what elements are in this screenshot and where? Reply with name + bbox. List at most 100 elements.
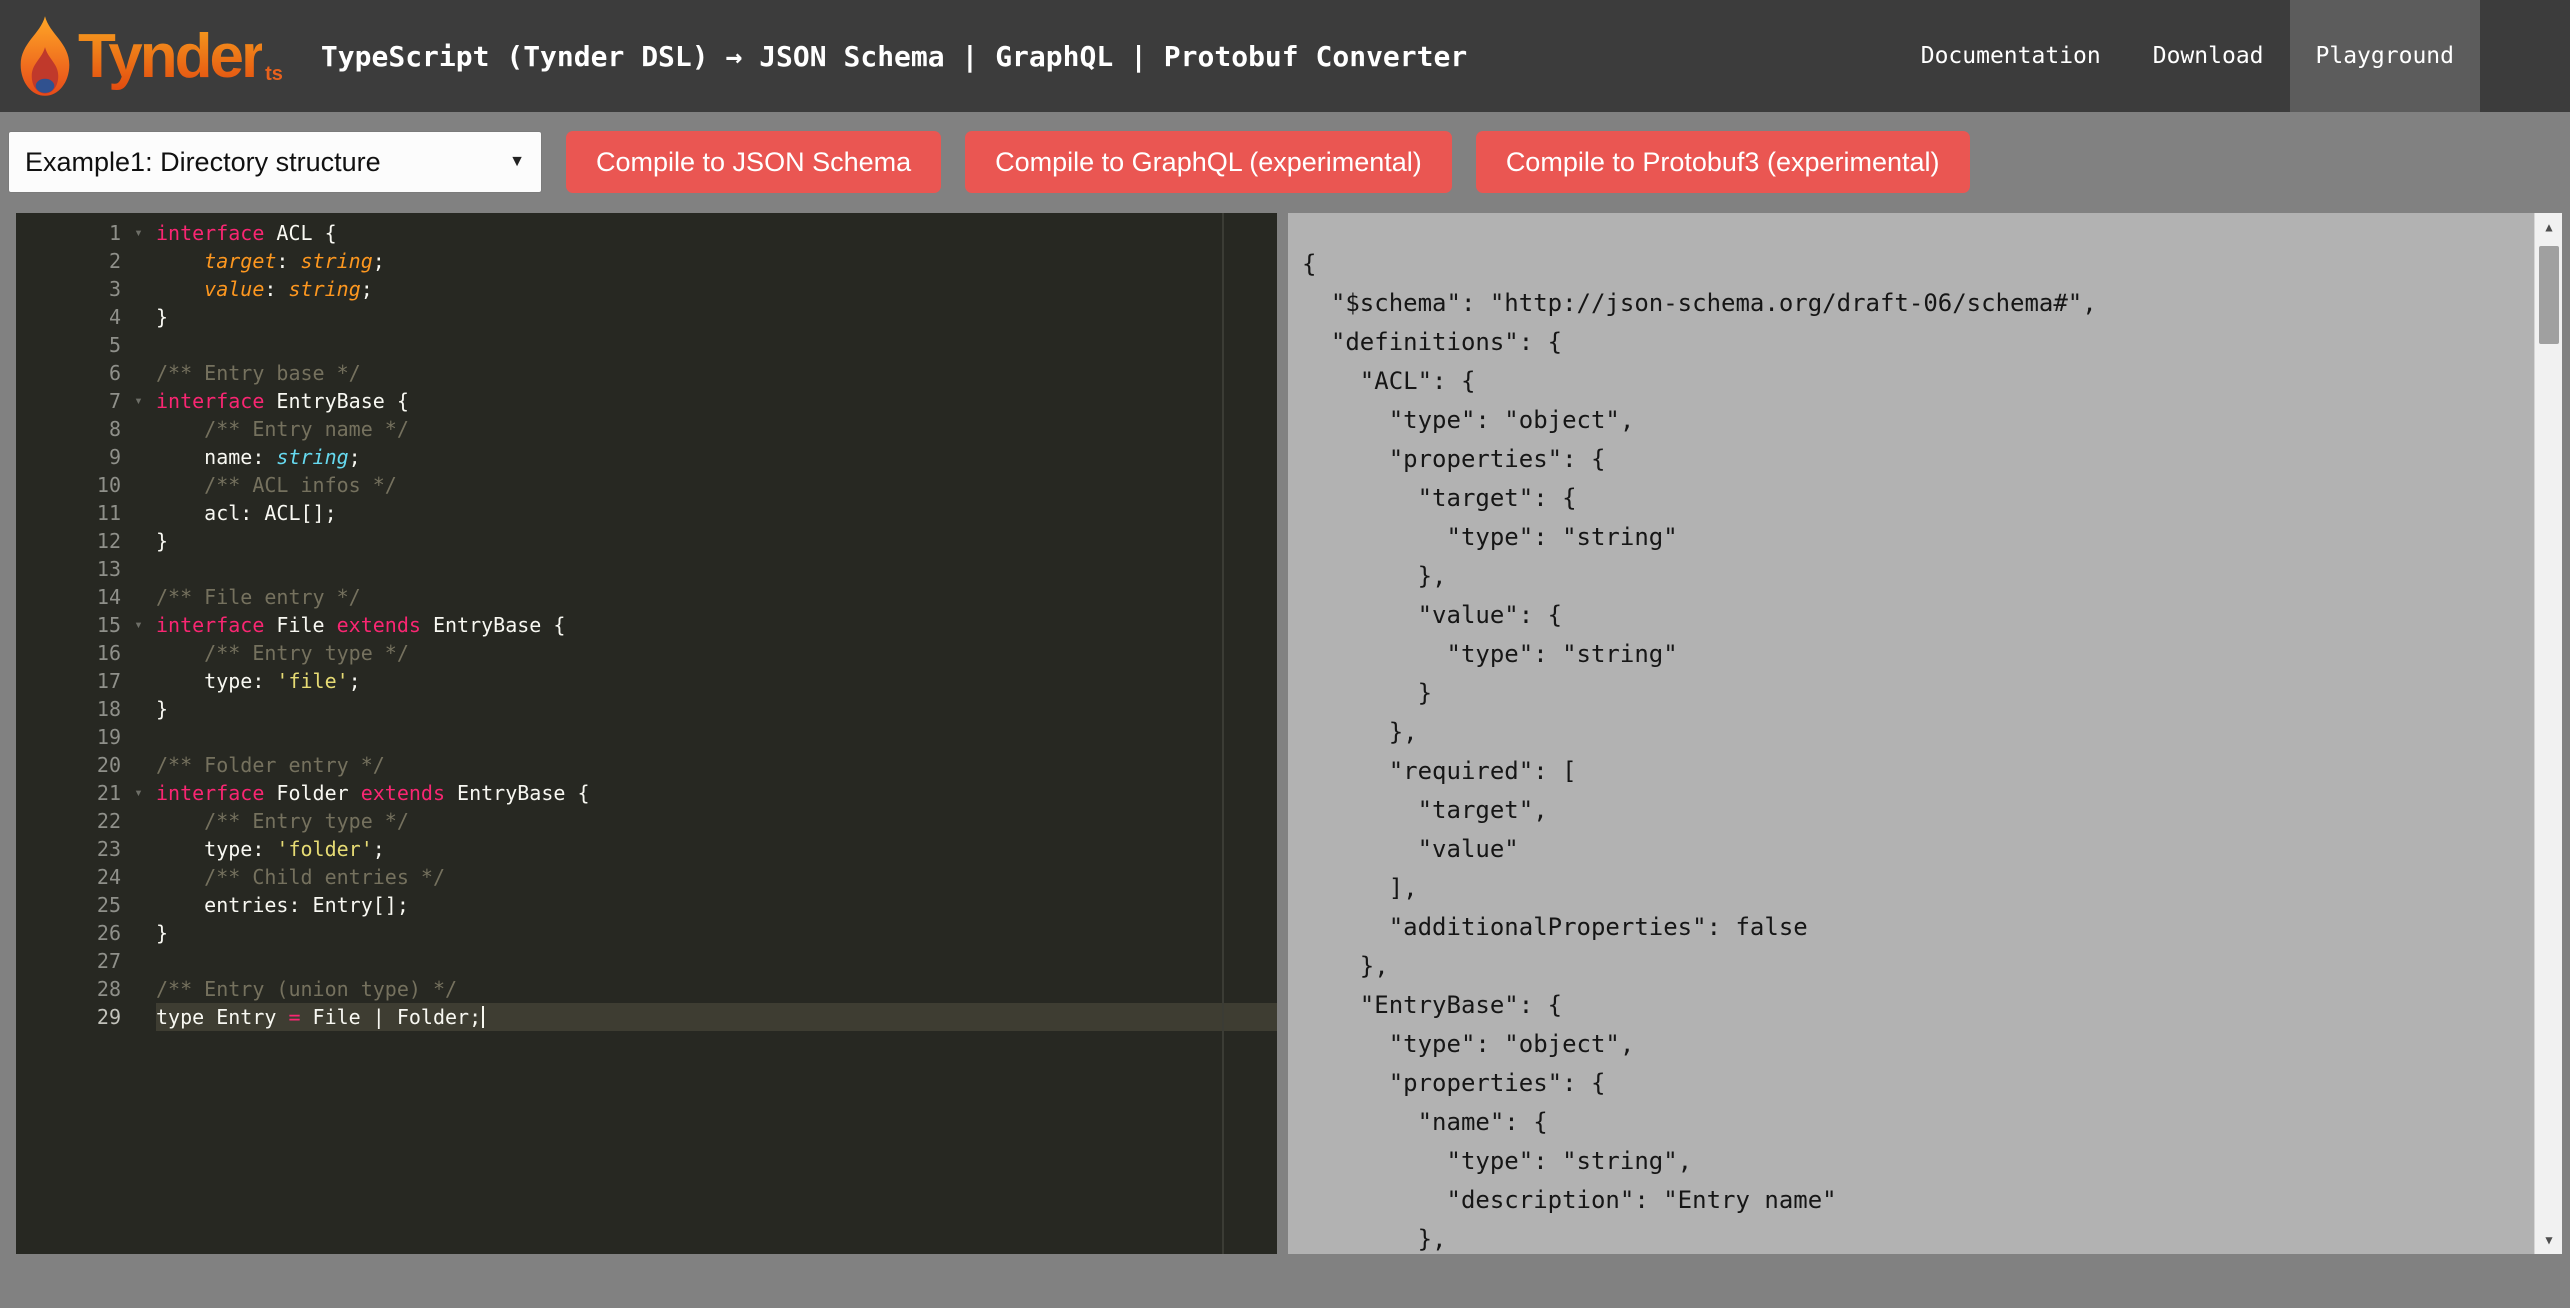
- line-number: 27: [16, 947, 121, 975]
- fold-spacer: [121, 555, 156, 583]
- code-line[interactable]: 4}: [16, 303, 1277, 331]
- navbar: Tynder ts TypeScript (Tynder DSL) → JSON…: [0, 0, 2570, 112]
- line-number: 12: [16, 527, 121, 555]
- flame-icon: [16, 14, 74, 98]
- code-text: entries: Entry[];: [156, 891, 1277, 919]
- code-line[interactable]: 24 /** Child entries */: [16, 863, 1277, 891]
- code-line[interactable]: 25 entries: Entry[];: [16, 891, 1277, 919]
- code-text: /** Entry type */: [156, 639, 1277, 667]
- compile-graphql-button[interactable]: Compile to GraphQL (experimental): [965, 131, 1452, 193]
- fold-spacer: [121, 527, 156, 555]
- code-text: /** Entry (union type) */: [156, 975, 1277, 1003]
- line-number: 16: [16, 639, 121, 667]
- nav-item-documentation[interactable]: Documentation: [1895, 0, 2127, 112]
- compile-protobuf-button[interactable]: Compile to Protobuf3 (experimental): [1476, 131, 1970, 193]
- code-text: [156, 331, 1277, 359]
- output-scrollbar[interactable]: ▲ ▼: [2534, 213, 2562, 1254]
- code-line[interactable]: 19: [16, 723, 1277, 751]
- fold-spacer: [121, 695, 156, 723]
- code-line[interactable]: 27: [16, 947, 1277, 975]
- fold-spacer: [121, 583, 156, 611]
- code-text: }: [156, 303, 1277, 331]
- code-lines: 1▾interface ACL {2 target: string;3 valu…: [16, 219, 1277, 1031]
- fold-spacer: [121, 639, 156, 667]
- compile-json-schema-button[interactable]: Compile to JSON Schema: [566, 131, 941, 193]
- code-text: interface ACL {: [156, 219, 1277, 247]
- code-line[interactable]: 22 /** Entry type */: [16, 807, 1277, 835]
- fold-spacer: [121, 1003, 156, 1031]
- fold-spacer: [121, 751, 156, 779]
- example-select-value: Example1: Directory structure: [25, 147, 381, 178]
- code-line[interactable]: 5: [16, 331, 1277, 359]
- code-line[interactable]: 10 /** ACL infos */: [16, 471, 1277, 499]
- code-line[interactable]: 23 type: 'folder';: [16, 835, 1277, 863]
- fold-spacer: [121, 723, 156, 751]
- code-text: name: string;: [156, 443, 1277, 471]
- code-text: target: string;: [156, 247, 1277, 275]
- code-text: /** Entry base */: [156, 359, 1277, 387]
- code-text: /** ACL infos */: [156, 471, 1277, 499]
- fold-arrow-icon[interactable]: ▾: [121, 387, 156, 415]
- code-text: }: [156, 695, 1277, 723]
- fold-arrow-icon[interactable]: ▾: [121, 779, 156, 807]
- fold-spacer: [121, 947, 156, 975]
- fold-spacer: [121, 807, 156, 835]
- line-number: 10: [16, 471, 121, 499]
- code-text: [156, 723, 1277, 751]
- code-line[interactable]: 9 name: string;: [16, 443, 1277, 471]
- code-line[interactable]: 28 /** Entry (union type) */: [16, 975, 1277, 1003]
- line-number: 24: [16, 863, 121, 891]
- code-line[interactable]: 21▾interface Folder extends EntryBase {: [16, 779, 1277, 807]
- code-line[interactable]: 17 type: 'file';: [16, 667, 1277, 695]
- code-line[interactable]: 14/** File entry */: [16, 583, 1277, 611]
- code-line[interactable]: 3 value: string;: [16, 275, 1277, 303]
- code-line[interactable]: 18}: [16, 695, 1277, 723]
- code-line[interactable]: 6 /** Entry base */: [16, 359, 1277, 387]
- code-line[interactable]: 15▾interface File extends EntryBase {: [16, 611, 1277, 639]
- code-line[interactable]: 16 /** Entry type */: [16, 639, 1277, 667]
- logo[interactable]: Tynder ts: [16, 14, 283, 98]
- code-line[interactable]: 1▾interface ACL {: [16, 219, 1277, 247]
- line-number: 6: [16, 359, 121, 387]
- code-line[interactable]: 11 acl: ACL[];: [16, 499, 1277, 527]
- output-panel[interactable]: { "$schema": "http://json-schema.org/dra…: [1288, 213, 2562, 1254]
- fold-spacer: [121, 667, 156, 695]
- code-text: /** Entry name */: [156, 415, 1277, 443]
- code-text: /** Entry type */: [156, 807, 1277, 835]
- scrollbar-thumb[interactable]: [2539, 246, 2559, 344]
- code-text: value: string;: [156, 275, 1277, 303]
- fold-spacer: [121, 415, 156, 443]
- code-line[interactable]: 20/** Folder entry */: [16, 751, 1277, 779]
- fold-arrow-icon[interactable]: ▾: [121, 219, 156, 247]
- code-text: type: 'file';: [156, 667, 1277, 695]
- line-number: 18: [16, 695, 121, 723]
- app-title: TypeScript (Tynder DSL) → JSON Schema | …: [321, 40, 1467, 73]
- code-text: interface EntryBase {: [156, 387, 1277, 415]
- fold-arrow-icon[interactable]: ▾: [121, 611, 156, 639]
- example-select[interactable]: Example1: Directory structure ▼: [8, 131, 542, 193]
- code-text: /** Child entries */: [156, 863, 1277, 891]
- fold-spacer: [121, 247, 156, 275]
- scroll-down-icon[interactable]: ▼: [2535, 1226, 2562, 1254]
- line-number: 3: [16, 275, 121, 303]
- scroll-up-icon[interactable]: ▲: [2535, 213, 2562, 241]
- code-line[interactable]: 29type Entry = File | Folder;: [16, 1003, 1277, 1031]
- line-number: 23: [16, 835, 121, 863]
- code-line[interactable]: 8 /** Entry name */: [16, 415, 1277, 443]
- nav-item-download[interactable]: Download: [2127, 0, 2290, 112]
- fold-spacer: [121, 835, 156, 863]
- code-line[interactable]: 2 target: string;: [16, 247, 1277, 275]
- fold-spacer: [121, 499, 156, 527]
- fold-spacer: [121, 891, 156, 919]
- nav-item-playground[interactable]: Playground: [2290, 0, 2480, 112]
- line-number: 28: [16, 975, 121, 1003]
- code-line[interactable]: 13: [16, 555, 1277, 583]
- code-editor[interactable]: 1▾interface ACL {2 target: string;3 valu…: [16, 213, 1277, 1254]
- code-line[interactable]: 12}: [16, 527, 1277, 555]
- code-line[interactable]: 26}: [16, 919, 1277, 947]
- output-json[interactable]: { "$schema": "http://json-schema.org/dra…: [1302, 245, 2518, 1254]
- code-line[interactable]: 7▾interface EntryBase {: [16, 387, 1277, 415]
- line-number: 21: [16, 779, 121, 807]
- editor-ruler: [1222, 213, 1224, 1254]
- line-number: 19: [16, 723, 121, 751]
